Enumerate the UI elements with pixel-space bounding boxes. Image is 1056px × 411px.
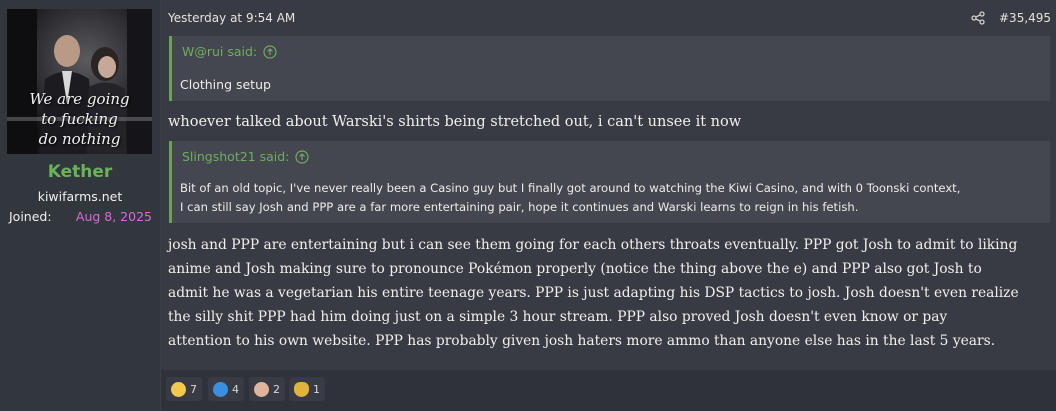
quote-attribution[interactable]: W@rui said: — [182, 44, 277, 59]
reply-text: whoever talked about Warski's shirts bei… — [168, 114, 742, 130]
message-main: Yesterday at 9:54 AM #35,495 W@rui said:… — [161, 0, 1056, 411]
quote-text: Clothing setup — [180, 77, 271, 92]
reaction-count: 4 — [232, 382, 239, 396]
avatar[interactable]: We are going to fucking do nothing — [7, 9, 152, 154]
jump-to-quote-icon[interactable] — [295, 149, 310, 164]
reply-text-line: attention to his own website. PPP has pr… — [168, 333, 996, 349]
jump-to-quote-icon[interactable] — [263, 44, 277, 59]
reaction-face[interactable]: 2 — [249, 377, 285, 401]
quote-block: Slingshot21 said: Bit of an old topic, I… — [169, 141, 1050, 223]
reply-text-line: anime and Josh making sure to pronounce … — [168, 261, 982, 277]
avatar-caption: We are going to fucking do nothing — [7, 89, 152, 149]
reaction-pineapple[interactable]: 1 — [289, 377, 325, 401]
reaction-count: 1 — [313, 382, 320, 396]
reply-text-line: josh and PPP are entertaining but i can … — [168, 237, 1018, 253]
face-icon — [254, 381, 269, 397]
reaction-like[interactable]: 4 — [208, 377, 244, 401]
reply-text-line: admit he was a vegetarian his entire tee… — [168, 285, 1019, 301]
quote-text: Bit of an old topic, I've never really b… — [180, 179, 960, 217]
username[interactable]: Kether — [0, 162, 160, 182]
user-title: kiwifarms.net — [37, 189, 123, 204]
quote-text-line: Bit of an old topic, I've never really b… — [180, 181, 961, 195]
avatar-caption-line: do nothing — [38, 130, 121, 148]
reply-text-line: the silly shit PPP had him doing just on… — [168, 309, 948, 325]
joined-date: Aug 8, 2025 — [75, 209, 152, 224]
quote-text-line: I can still say Josh and PPP are a far m… — [180, 200, 859, 214]
avatar-caption-line: We are going — [29, 90, 130, 108]
reaction-thinking[interactable]: 7 — [166, 377, 202, 401]
user-sidebar: We are going to fucking do nothing Kethe… — [0, 0, 161, 411]
reply-text: josh and PPP are entertaining but i can … — [168, 233, 1052, 353]
share-icon[interactable] — [971, 11, 985, 25]
pineapple-icon — [294, 381, 309, 397]
reactions-bar: 7 4 2 1 — [161, 370, 1056, 411]
reaction-count: 2 — [273, 382, 280, 396]
forum-post: We are going to fucking do nothing Kethe… — [0, 0, 1056, 411]
quote-author[interactable]: Slingshot21 said: — [182, 149, 289, 164]
thumbs-up-icon — [213, 381, 228, 397]
post-timestamp[interactable]: Yesterday at 9:54 AM — [168, 11, 295, 25]
joined-label: Joined: — [9, 209, 52, 224]
reaction-count: 7 — [190, 382, 197, 396]
quote-block: W@rui said: Clothing setup — [169, 36, 1050, 101]
quote-author[interactable]: W@rui said: — [182, 44, 257, 59]
thinking-face-icon — [171, 381, 186, 397]
post-number-link[interactable]: #35,495 — [999, 11, 1051, 25]
avatar-caption-line: to fucking — [41, 110, 118, 128]
quote-attribution[interactable]: Slingshot21 said: — [182, 149, 310, 164]
